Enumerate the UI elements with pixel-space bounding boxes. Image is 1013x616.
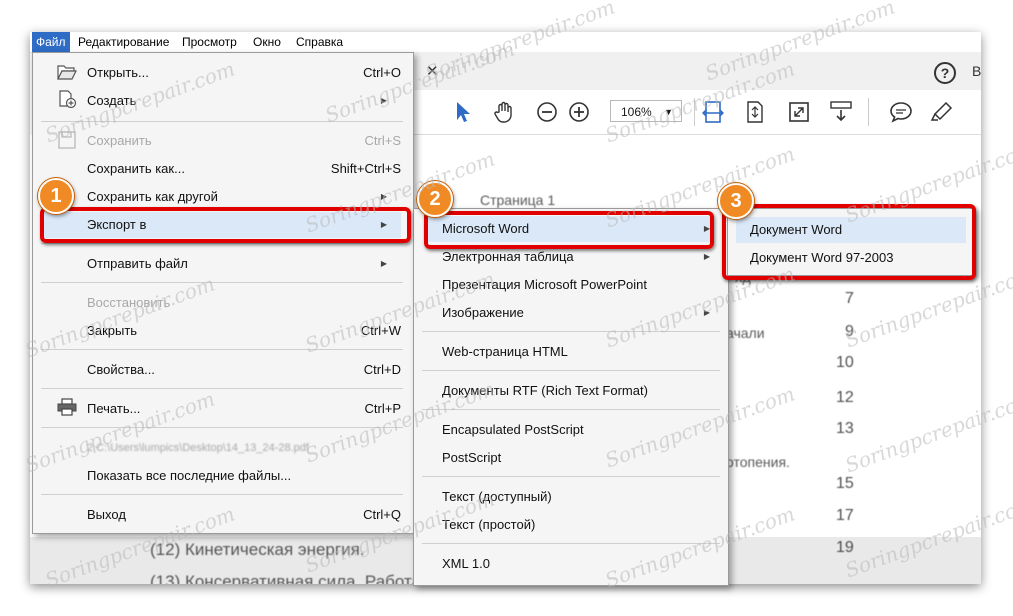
folder-open-icon	[57, 65, 77, 80]
doc-page-number: 12	[836, 389, 854, 406]
comment-icon[interactable]	[889, 100, 913, 124]
menu-item-rtf[interactable]: Документы RTF (Rich Text Format)	[442, 378, 714, 404]
zoom-out-icon[interactable]	[535, 100, 559, 124]
menu-item-properties[interactable]: Свойства... Ctrl+D	[87, 357, 401, 383]
help-icon[interactable]: ?	[934, 62, 956, 84]
menu-item-open[interactable]: Открыть... Ctrl+O	[87, 60, 401, 86]
menu-item-xml[interactable]: XML 1.0	[442, 551, 714, 577]
menu-item-exit[interactable]: Выход Ctrl+Q	[87, 502, 401, 528]
file-menu: Открыть... Ctrl+O Создать ▶ Сохранить Ctrl+…	[32, 52, 414, 534]
doc-page-number: 7	[845, 290, 854, 307]
doc-page-number: 17	[836, 507, 854, 524]
zoom-level-select[interactable]: 106% ▼	[610, 100, 682, 122]
doc-page-number: 19	[836, 539, 854, 556]
step-badge-2: 2	[417, 181, 453, 217]
doc-page-number: 9	[845, 323, 854, 340]
step-badge-1: 1	[38, 178, 74, 214]
doc-page-number: 15	[836, 475, 854, 492]
scroll-mode-icon[interactable]	[829, 100, 853, 124]
menu-help[interactable]: Справка	[292, 32, 347, 52]
rotate-page-icon[interactable]	[743, 100, 767, 124]
export-submenu: Microsoft Word ▶ Электронная таблица ▶ Пре…	[413, 208, 729, 586]
menu-item-save-as[interactable]: Сохранить как... Shift+Ctrl+S	[87, 156, 401, 182]
doc-page-number: 10	[836, 354, 854, 371]
menu-item-show-recent[interactable]: Показать все последние файлы...	[87, 463, 401, 489]
callout-word-options-frame	[722, 204, 976, 280]
menu-item-powerpoint[interactable]: Презентация Microsoft PowerPoint	[442, 272, 714, 298]
menu-item-print[interactable]: Печать... Ctrl+P	[87, 396, 401, 422]
menu-file[interactable]: Файл	[32, 32, 70, 52]
highlight-icon[interactable]	[930, 100, 954, 124]
menu-edit[interactable]: Редактирование	[74, 32, 173, 52]
menu-view[interactable]: Просмотр	[178, 32, 241, 52]
menu-item-html[interactable]: Web-страница HTML	[442, 339, 714, 365]
menu-item-close[interactable]: Закрыть Ctrl+W	[87, 318, 401, 344]
full-screen-icon[interactable]	[787, 100, 811, 124]
menu-item-save: Сохранить Ctrl+S	[87, 133, 401, 148]
hand-icon[interactable]	[492, 100, 516, 124]
callout-word-frame	[424, 211, 714, 249]
callout-export-frame	[40, 207, 411, 243]
menu-item-restore: Восстановить	[87, 295, 171, 310]
select-arrow-icon[interactable]	[451, 100, 475, 124]
menu-item-eps[interactable]: Encapsulated PostScript	[442, 417, 714, 443]
menu-bar: Файл Редактирование Просмотр Окно Справк…	[30, 32, 981, 53]
menu-item-create[interactable]: Создать ▶	[87, 88, 401, 114]
zoom-in-icon[interactable]	[567, 100, 591, 124]
doc-page-number: 13	[836, 420, 854, 437]
menu-item-recent-file[interactable]: 2 C:\Users\lumpics\Desktop\14_13_24-28.p…	[87, 435, 401, 461]
menu-item-text-accessible[interactable]: Текст (доступный)	[442, 484, 714, 510]
fit-width-icon[interactable]	[701, 100, 725, 124]
menu-window[interactable]: Окно	[249, 32, 285, 52]
doc-fragment: ачали	[726, 325, 765, 341]
printer-icon	[57, 398, 77, 416]
doc-page-heading: Страница 1	[480, 192, 556, 208]
doc-fragment: отопения.	[726, 454, 790, 470]
menu-item-image[interactable]: Изображение ▶	[442, 300, 714, 326]
save-icon	[58, 131, 76, 149]
chevron-down-icon: ▼	[664, 107, 673, 117]
menu-item-postscript[interactable]: PostScript	[442, 445, 714, 471]
close-tab-icon[interactable]: ✕	[426, 62, 439, 80]
menu-item-text-plain[interactable]: Текст (простой)	[442, 512, 714, 538]
create-icon	[59, 90, 77, 108]
step-badge-3: 3	[718, 183, 754, 219]
zoom-value: 106%	[621, 105, 652, 119]
menu-item-send-file[interactable]: Отправить файл ▶	[87, 251, 401, 277]
doc-line: (12) Кинетическая энергия.	[150, 540, 365, 559]
window-control-fragment: В	[972, 63, 981, 79]
